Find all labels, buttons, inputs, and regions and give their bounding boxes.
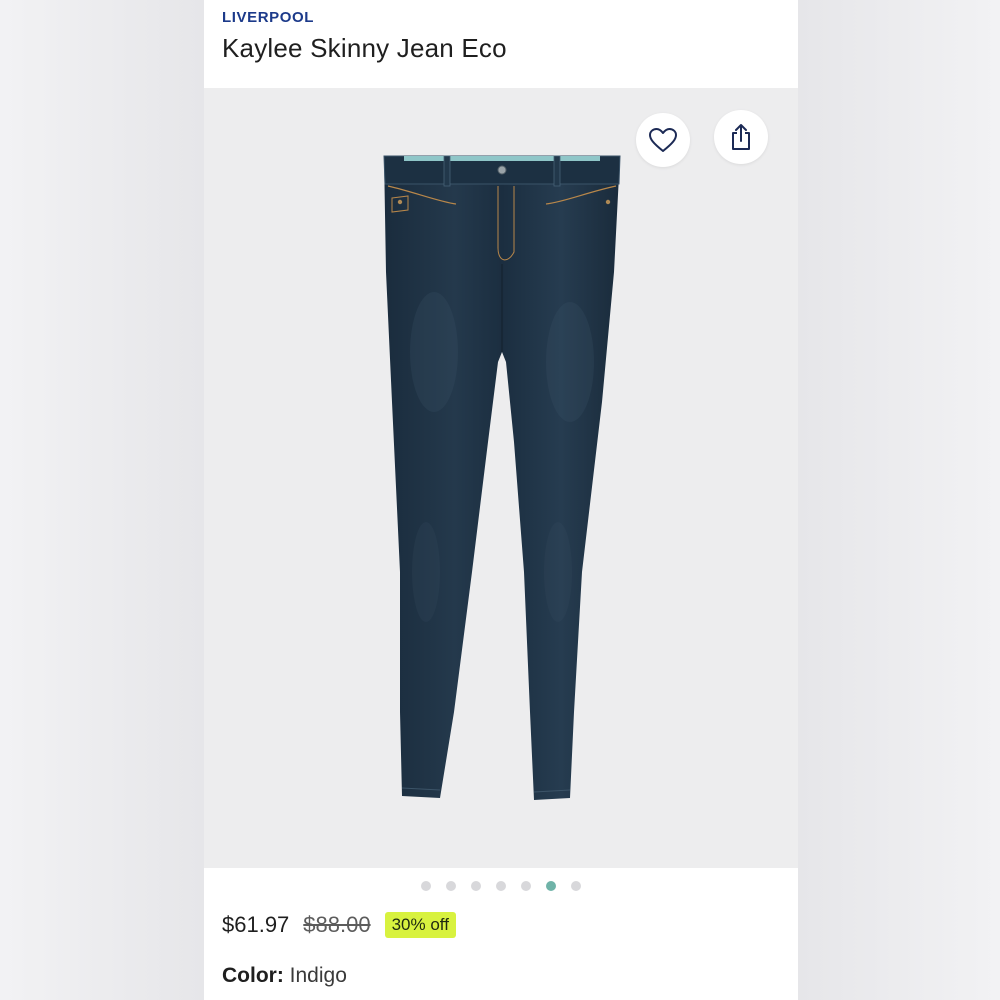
background-right [798, 0, 1000, 1000]
favorite-button[interactable] [636, 113, 690, 167]
pagination-dot[interactable] [571, 881, 581, 891]
original-price: $88.00 [303, 912, 371, 937]
product-detail-screen: LIVERPOOL Kaylee Skinny Jean Eco $61.97 … [204, 0, 798, 1000]
color-label: Color: [222, 964, 290, 987]
pagination-dot[interactable] [421, 881, 431, 891]
product-image-gallery[interactable] [204, 88, 798, 868]
brand-name[interactable]: LIVERPOOL [222, 9, 314, 26]
product-image-jeans [383, 155, 621, 800]
product-title: Kaylee Skinny Jean Eco [222, 33, 507, 63]
pagination-dot[interactable] [496, 881, 506, 891]
background-left [0, 0, 204, 1000]
gallery-pagination[interactable] [204, 881, 798, 891]
pagination-dot[interactable] [446, 881, 456, 891]
share-button[interactable] [714, 110, 768, 164]
price-row: $61.97 $88.00 30% off [222, 908, 456, 942]
pagination-dot[interactable] [471, 881, 481, 891]
sale-price: $61.97 [222, 912, 290, 937]
discount-badge: 30% off [384, 912, 456, 938]
pagination-dot-active[interactable] [546, 881, 556, 891]
pagination-dot[interactable] [521, 881, 531, 891]
heart-icon [649, 128, 677, 152]
color-value: Indigo [289, 964, 347, 987]
share-icon [732, 124, 750, 150]
color-info: Color: Indigo [222, 964, 347, 988]
